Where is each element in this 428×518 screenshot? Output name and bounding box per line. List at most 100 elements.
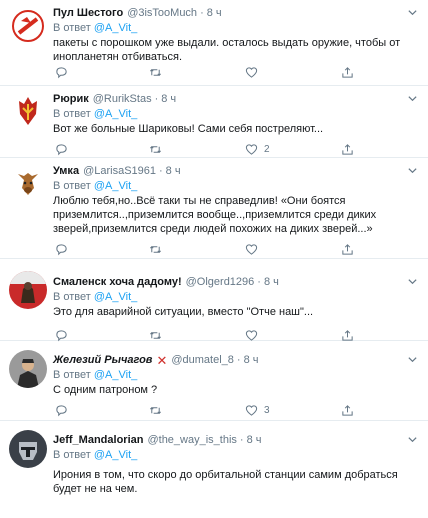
like-button[interactable] [245,328,264,342]
share-icon [342,329,353,341]
reply-button[interactable] [55,65,74,79]
author-name[interactable]: Jeff_Mandalorian [53,433,143,447]
reply-to-mention[interactable]: @A_Vit_ [94,22,137,34]
reply-icon [56,66,67,78]
reply-button[interactable] [55,142,74,156]
retweet-button[interactable] [149,328,168,342]
tweet-time[interactable]: 8 ч [166,164,181,178]
like-icon [245,143,258,155]
author-handle[interactable]: @Olgerd1296 [186,275,255,289]
like-count: 2 [264,143,270,155]
retweet-icon [150,145,161,153]
tweet-text: пакеты с порошком уже выдали. осталось в… [53,37,401,63]
retweet-button[interactable] [149,65,168,79]
like-button[interactable]: 3 [245,403,270,417]
reply-to-line: В ответ @A_Vit_ [53,290,418,304]
retweet-button[interactable] [149,242,168,256]
tweet-text: Люблю тебя,но..Всё таки ты не справедлив… [53,195,377,235]
author-name[interactable]: Умка [53,164,79,178]
reply-to-prefix: В ответ [53,291,91,303]
author-name[interactable]: Пул Шестого [53,6,123,20]
separator-dot: · [239,434,244,446]
reply-button[interactable] [55,242,74,256]
chevron-down-icon[interactable] [407,276,418,287]
tweet[interactable]: Рюрик @RurikStas · 8 ч В ответ @A_Vit_ В… [0,86,428,158]
author-name[interactable]: Смаленск хоча дадому! [53,275,182,289]
tweet[interactable]: Железий Рычагов ✕ @dumatel_8 · 8 ч В отв… [0,341,428,421]
reply-to-line: В ответ @A_Vit_ [53,368,418,382]
tweet-actions [53,328,353,342]
reply-icon [56,329,67,341]
share-button[interactable] [341,142,354,156]
reply-to-prefix: В ответ [53,22,91,34]
tweet[interactable]: Смаленск хоча дадому! @Olgerd1296 · 8 ч … [0,259,428,341]
red-cross-icon: ✕ [156,352,168,368]
reply-icon [56,404,67,416]
author-handle[interactable]: @RurikStas [93,92,152,106]
tweet-actions: 3 [53,403,353,417]
like-icon [245,66,258,78]
like-button[interactable] [245,65,264,79]
tweet-text: Это для аварийной ситуации, вместо "Отче… [53,306,314,318]
tweet-time[interactable]: 8 ч [247,433,262,447]
reply-to-mention[interactable]: @A_Vit_ [94,369,137,381]
like-button[interactable]: 2 [245,142,270,156]
tweet[interactable]: Jeff_Mandalorian @the_way_is_this · 8 ч … [0,421,428,518]
tweet-time[interactable]: 8 ч [244,353,259,367]
reply-button[interactable] [55,328,74,342]
retweet-icon [150,406,161,414]
avatar[interactable] [9,7,47,45]
author-handle[interactable]: @the_way_is_this [147,433,236,447]
tweet[interactable]: Пул Шестого @3isTooMuch · 8 ч В ответ @A… [0,0,428,86]
tweet-text: Ирония в том, что скоро до орбитальной с… [53,469,398,495]
author-handle[interactable]: @dumatel_8 [171,353,234,367]
reply-button[interactable] [55,403,74,417]
avatar[interactable] [9,430,47,468]
chevron-down-icon[interactable] [407,434,418,445]
reply-to-line: В ответ @A_Vit_ [53,21,418,35]
separator-dot: · [200,7,204,19]
author-name[interactable]: Рюрик [53,92,89,106]
tweet-actions [53,242,353,256]
share-icon [342,243,353,255]
reply-to-mention[interactable]: @A_Vit_ [94,291,137,303]
retweet-icon [150,68,161,76]
author-name[interactable]: Железий Рычагов [53,353,152,367]
reply-to-line: В ответ @A_Vit_ [53,448,418,462]
separator-dot: · [159,165,163,177]
avatar[interactable] [9,271,47,309]
share-button[interactable] [341,65,354,79]
chevron-down-icon[interactable] [407,93,418,104]
retweet-button[interactable] [149,142,168,156]
tweet-text: Вот же больные Шариковы! Сами себя постр… [53,123,324,135]
tweet[interactable]: Умка @LarisaS1961 · 8 ч В ответ @A_Vit_ … [0,158,428,259]
reply-to-mention[interactable]: @A_Vit_ [94,449,137,461]
share-icon [342,404,353,416]
tweet-feed: Пул Шестого @3isTooMuch · 8 ч В ответ @A… [0,0,428,518]
avatar[interactable] [9,92,47,130]
reply-to-line: В ответ @A_Vit_ [53,179,418,193]
tweet-time[interactable]: 8 ч [161,92,176,106]
share-button[interactable] [341,328,354,342]
avatar[interactable] [9,350,47,388]
share-button[interactable] [341,242,354,256]
chevron-down-icon[interactable] [407,354,418,365]
reply-icon [56,243,67,255]
retweet-button[interactable] [149,403,168,417]
tweet-time[interactable]: 8 ч [264,275,279,289]
like-button[interactable] [245,242,264,256]
chevron-down-icon[interactable] [407,165,418,176]
reply-to-mention[interactable]: @A_Vit_ [94,180,137,192]
reply-icon [56,143,67,155]
avatar[interactable] [9,164,47,202]
author-handle[interactable]: @3isTooMuch [127,6,197,20]
author-handle[interactable]: @LarisaS1961 [83,164,156,178]
share-button[interactable] [341,403,354,417]
reply-to-prefix: В ответ [53,108,91,120]
share-icon [342,143,353,155]
like-count: 3 [264,404,270,416]
chevron-down-icon[interactable] [407,7,418,18]
tweet-time[interactable]: 8 ч [207,6,222,20]
reply-to-mention[interactable]: @A_Vit_ [94,108,137,120]
separator-dot: · [154,93,159,105]
